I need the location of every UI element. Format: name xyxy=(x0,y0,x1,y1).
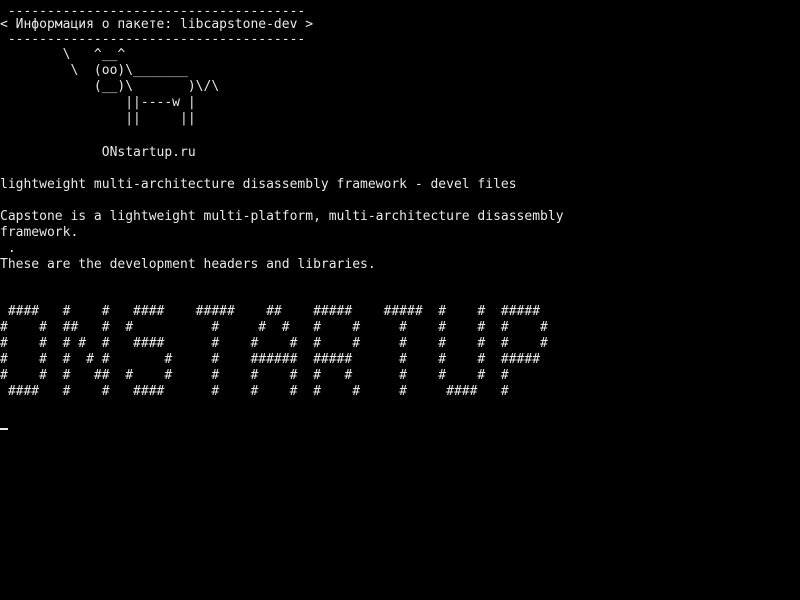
banner-line: # # # ## # # # # # # # # # # # xyxy=(0,368,509,383)
header-bottom-border: -------------------------------------- xyxy=(0,32,306,47)
text-cursor[interactable] xyxy=(0,428,8,430)
cow-art-line: || || xyxy=(0,111,196,126)
description-line: framework. xyxy=(0,225,79,240)
description-line: Capstone is a lightweight multi-platform… xyxy=(0,209,564,224)
description-line: These are the development headers and li… xyxy=(0,257,376,272)
banner-line: #### # # #### # # # # # # #### # xyxy=(0,384,509,399)
package-summary: lightweight multi-architecture disassemb… xyxy=(0,177,517,192)
cow-art-line: \ (oo)\_______ xyxy=(0,63,188,78)
cow-art-line: \ ^__^ xyxy=(0,47,126,62)
banner-line: # # ## # # # # # # # # # # # # xyxy=(0,320,548,335)
cow-art-line: ||----w | xyxy=(0,95,196,110)
banner-line: #### # # #### ##### ## ##### ##### # # #… xyxy=(0,304,541,319)
cow-art-line: (__)\ )\/\ xyxy=(0,79,220,94)
banner-line: # # # # # # # ###### ##### # # # ##### xyxy=(0,352,541,367)
terminal-screen: -------------------------------------- <… xyxy=(0,0,800,600)
description-line: . xyxy=(0,241,16,256)
header-title: < Информация о пакете: libcapstone-dev > xyxy=(0,17,314,32)
banner-line: # # # # # #### # # # # # # # # # # xyxy=(0,336,548,351)
site-label: ONstartup.ru xyxy=(0,145,196,160)
